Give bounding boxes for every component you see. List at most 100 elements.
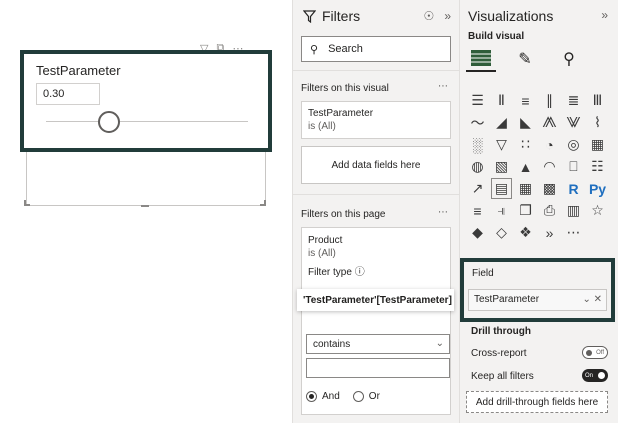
chevron-down-icon[interactable]: ⌄ (582, 294, 590, 305)
filters-on-visual-label: Filters on this visual (301, 83, 389, 94)
100-column-icon[interactable]: Ⅲ (587, 90, 608, 111)
build-tabs: ✎ ⚲ (466, 46, 584, 72)
powerapps-icon[interactable]: ◆ (467, 222, 488, 243)
clustered-bar-icon[interactable]: ≡ (515, 90, 536, 111)
paginated-icon[interactable]: ▥ (563, 200, 584, 221)
scatter-icon[interactable]: ∷ (515, 134, 536, 155)
line-column-icon[interactable]: ⨇ (539, 112, 560, 133)
field-well-item[interactable]: TestParameter ⌄ ✕ (468, 289, 607, 311)
decomposition-tree-icon[interactable]: ⫣ (491, 200, 512, 221)
or-radio[interactable] (352, 391, 364, 402)
pie-icon[interactable]: ◔ (539, 134, 560, 155)
visualizations-pane: Visualizations » Build visual ✎ ⚲ ☰ Ⅱ ≡ ∥ ≣ Ⅲ… (460, 0, 618, 423)
visual-types-grid: ☰ Ⅱ ≡ ∥ ≣ Ⅲ 〜 ◢ ◣ ⨇ ⨈ ⌇ ░ ▽ ∷ ◔ ◎ ▦ ◍ ▧ ▲ ◠ ⎕ ☷ ↗ ▤ ▦ ▩ R Py ≡ ⫣ ❐ ⎙ ▥ ☆ ◆ ◇ ❖… (467, 90, 613, 243)
filter-card-field: TestParameter (308, 108, 374, 119)
stacked-bar-icon[interactable]: ☰ (467, 90, 488, 111)
funnel-icon[interactable]: ▽ (491, 134, 512, 155)
gauge-icon[interactable]: ◠ (539, 156, 560, 177)
line-chart-icon[interactable]: 〜 (467, 112, 488, 133)
cross-report-label: Cross-report (471, 348, 527, 359)
field-well-value: TestParameter (474, 294, 540, 305)
multi-row-card-icon[interactable]: ☷ (587, 156, 608, 177)
matrix-icon[interactable]: ▩ (539, 178, 560, 199)
filter-type-label: Filter type ⓘ (308, 266, 444, 279)
power-automate-icon[interactable]: ◇ (491, 222, 512, 243)
r-visual-icon[interactable]: R (563, 178, 584, 199)
resize-handle[interactable] (141, 205, 149, 207)
treemap-icon[interactable]: ▦ (587, 134, 608, 155)
filters-search-input[interactable]: ⚲ Search (301, 36, 451, 62)
azure-map-icon[interactable]: ▲ (515, 156, 536, 177)
divider (293, 194, 461, 195)
add-drill-through-fields-drop[interactable]: Add drill-through fields here (466, 391, 608, 413)
or-label: Or (368, 391, 380, 402)
divider (293, 70, 461, 71)
and-label: And (322, 391, 340, 402)
smart-narrative-icon[interactable]: ⎙ (539, 200, 560, 221)
filter-card-testparameter[interactable]: TestParameter is (All) (301, 101, 451, 139)
build-visual-label: Build visual (468, 31, 525, 42)
ribbon-chart-icon[interactable]: ⌇ (587, 112, 608, 133)
filter-card-product[interactable]: Product is (All) Filter type ⓘ Show item… (301, 227, 451, 415)
map-icon[interactable]: ◍ (467, 156, 488, 177)
card-icon[interactable]: ⎕ (563, 156, 584, 177)
filters-header-actions: ☉ » (424, 9, 451, 23)
report-canvas: ▽ ⧉ ⋯ TestParameter 0.30 (0, 0, 292, 423)
analytics-tab-icon[interactable]: ⚲ (554, 46, 584, 72)
donut-icon[interactable]: ◎ (563, 134, 584, 155)
keep-all-filters-label: Keep all filters (471, 371, 534, 382)
slider-track[interactable] (46, 121, 248, 122)
slicer-title: TestParameter (36, 63, 121, 78)
goals-icon[interactable]: ☆ (587, 200, 608, 221)
key-influencers-icon[interactable]: ≡ (467, 200, 488, 221)
stacked-column-icon[interactable]: Ⅱ (491, 90, 512, 111)
waterfall-icon[interactable]: ░ (467, 134, 488, 155)
line-clustered-icon[interactable]: ⨈ (563, 112, 584, 133)
kpi-icon[interactable]: ↗ (467, 178, 488, 199)
resize-handle[interactable] (260, 200, 266, 206)
filter-card-state: is (All) (308, 248, 336, 259)
field-well-controls: ⌄ ✕ (582, 294, 602, 305)
search-icon: ⚲ (310, 43, 319, 56)
field-label: Field (472, 268, 494, 279)
collapse-icon[interactable]: » (601, 8, 608, 22)
search-placeholder: Search (328, 43, 363, 55)
chevrons-visual-icon[interactable]: » (539, 222, 560, 243)
resize-handle[interactable] (24, 200, 30, 206)
100-bar-icon[interactable]: ≣ (563, 90, 584, 111)
qa-icon[interactable]: ❐ (515, 200, 536, 221)
filled-map-icon[interactable]: ▧ (491, 156, 512, 177)
collapse-icon[interactable]: » (444, 9, 451, 23)
condition-dropdown[interactable]: contains ⌄ (306, 334, 450, 354)
eye-icon[interactable]: ☉ (424, 9, 435, 23)
close-icon[interactable]: ✕ (594, 294, 602, 305)
more-options-icon[interactable]: ⋯ (438, 81, 449, 92)
stacked-area-icon[interactable]: ◣ (515, 112, 536, 133)
slider-thumb[interactable] (98, 111, 120, 133)
and-radio[interactable] (306, 391, 317, 402)
slicer-icon[interactable]: ▤ (491, 178, 512, 199)
filters-on-page-label: Filters on this page (301, 209, 386, 220)
filter-card-state: is (All) (308, 121, 336, 132)
more-options-icon[interactable]: ⋯ (438, 207, 449, 218)
keep-all-filters-toggle[interactable]: On (582, 369, 608, 382)
add-data-fields-drop[interactable]: Add data fields here (301, 146, 451, 184)
format-tab-icon[interactable]: ✎ (510, 46, 540, 72)
filters-title: Filters (322, 8, 361, 24)
chevron-down-icon: ⌄ (435, 338, 444, 349)
numeric-range-slicer[interactable]: TestParameter 0.30 (20, 50, 272, 152)
logic-radio-group: And Or (306, 391, 380, 402)
area-chart-icon[interactable]: ◢ (491, 112, 512, 133)
cross-report-toggle[interactable]: Off (582, 346, 608, 359)
condition-value: contains (313, 339, 351, 350)
filters-header: Filters (303, 8, 360, 24)
more-visuals-icon[interactable]: ⋯ (563, 222, 584, 243)
condition-value-input[interactable] (306, 358, 450, 378)
python-visual-icon[interactable]: Py (587, 178, 608, 199)
clustered-column-icon[interactable]: ∥ (539, 90, 560, 111)
fields-tab-icon[interactable] (466, 46, 496, 72)
diamond-visual-icon[interactable]: ❖ (515, 222, 536, 243)
info-icon[interactable]: ⓘ (355, 267, 365, 278)
slicer-value-input[interactable]: 0.30 (36, 83, 100, 105)
table-icon[interactable]: ▦ (515, 178, 536, 199)
